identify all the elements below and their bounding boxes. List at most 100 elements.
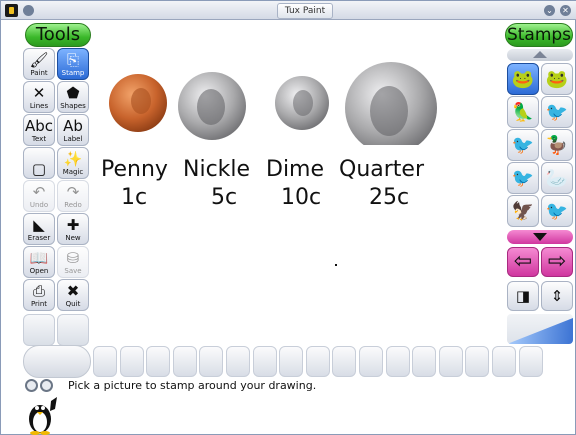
tool-shapes-button[interactable]: ⬟ Shapes bbox=[57, 81, 89, 113]
color-swatch[interactable] bbox=[119, 346, 144, 377]
color-swatch[interactable] bbox=[332, 346, 357, 377]
coin-value: 10c bbox=[281, 185, 322, 210]
color-swatch[interactable] bbox=[438, 346, 463, 377]
coin-value: 25c bbox=[369, 185, 410, 210]
coin-name: Quarter bbox=[339, 157, 424, 182]
stamps-header: Stamps bbox=[505, 23, 573, 47]
dime-coin-image bbox=[275, 76, 329, 130]
stamp-item-button[interactable]: 🐸 bbox=[507, 63, 539, 95]
tux-paint-app-icon bbox=[5, 4, 18, 17]
color-swatch[interactable] bbox=[172, 346, 197, 377]
tool-label: Undo bbox=[29, 201, 49, 209]
empty-tool-slot bbox=[57, 314, 89, 346]
color-swatch[interactable] bbox=[199, 346, 224, 377]
print-icon: ⎙ bbox=[32, 282, 45, 300]
tool-label: Paint bbox=[30, 69, 48, 77]
color-swatch[interactable] bbox=[492, 346, 516, 377]
save-icon: ⛁ bbox=[66, 249, 80, 267]
color-swatch[interactable] bbox=[279, 346, 304, 377]
tool-label: Save bbox=[64, 267, 82, 275]
tool-stamp-button[interactable]: ⎘ Stamp bbox=[57, 48, 89, 80]
blackbird-icon: 🐦 bbox=[511, 167, 535, 189]
window-title: Tux Paint bbox=[277, 3, 333, 19]
stamp-item-button[interactable]: 🦜 bbox=[507, 96, 539, 128]
color-swatch[interactable] bbox=[359, 346, 383, 377]
sound-icon[interactable] bbox=[40, 379, 53, 392]
frog-green-icon: 🐸 bbox=[545, 68, 569, 90]
coins-drawing bbox=[109, 62, 437, 145]
tool-label: Shapes bbox=[60, 102, 86, 110]
title-bar: Tux Paint ⌄ ✕ bbox=[1, 1, 576, 20]
coin-value: 1c bbox=[121, 185, 148, 210]
drawing-canvas[interactable]: Penny Nickle Dime Quarter 1c 5c 10c 25c bbox=[91, 45, 505, 343]
color-swatch[interactable] bbox=[226, 346, 250, 377]
color-swatch[interactable] bbox=[465, 346, 490, 377]
tool-print-button[interactable]: ⎙ Print bbox=[23, 279, 55, 311]
stamp-icon: ⎘ bbox=[66, 51, 79, 69]
flip-stamp-button[interactable]: ⇕ bbox=[541, 281, 573, 311]
frog-brown-icon: 🐸 bbox=[511, 68, 535, 90]
stamp-item-button[interactable]: 🐦 bbox=[541, 96, 573, 128]
stamp-item-button[interactable]: 🐦 bbox=[507, 129, 539, 161]
quarter-coin-image bbox=[345, 62, 437, 145]
hawk-icon: 🦅 bbox=[511, 200, 535, 222]
color-swatch[interactable] bbox=[385, 346, 410, 377]
tool-new-button[interactable]: ✚ New bbox=[57, 213, 89, 245]
color-swatch[interactable] bbox=[518, 346, 543, 377]
penny-coin-image bbox=[109, 74, 167, 132]
coin-value: 5c bbox=[211, 185, 238, 210]
label-icon: Ab bbox=[63, 117, 83, 135]
color-swatch[interactable] bbox=[412, 346, 437, 377]
tux-penguin-icon bbox=[29, 397, 57, 435]
prev-stamp-button[interactable]: ⇦ bbox=[507, 247, 539, 277]
close-icon[interactable]: ✕ bbox=[560, 5, 571, 16]
stamp-item-button[interactable]: 🐦 bbox=[541, 195, 573, 227]
color-palette bbox=[23, 345, 575, 378]
sound-icon[interactable] bbox=[25, 379, 38, 392]
next-stamp-button[interactable]: ⇨ bbox=[541, 247, 573, 277]
mirror-stamp-button[interactable]: ◨ bbox=[507, 281, 539, 311]
stamp-item-button[interactable]: 🐦 bbox=[507, 162, 539, 194]
tool-label-button[interactable]: Ab Label bbox=[57, 114, 89, 146]
tool-label: Stamp bbox=[61, 69, 85, 77]
tool-redo-button[interactable]: ↷ Redo bbox=[57, 180, 89, 212]
heron-icon: 🐦 bbox=[545, 200, 569, 222]
tool-save-button[interactable]: ⛁ Save bbox=[57, 246, 89, 278]
stamps-scroll-down-button[interactable] bbox=[507, 230, 573, 244]
duck-icon: 🦆 bbox=[545, 134, 569, 156]
stamps-scroll-up-button[interactable] bbox=[507, 49, 573, 61]
tool-text-button[interactable]: Abc Text bbox=[23, 114, 55, 146]
color-swatch[interactable] bbox=[252, 346, 277, 377]
tool-label: Label bbox=[63, 135, 83, 143]
tool-label: Lines bbox=[29, 102, 49, 110]
redo-icon: ↷ bbox=[66, 183, 80, 201]
tool-quit-button[interactable]: ✖ Quit bbox=[57, 279, 89, 311]
tool-eraser-button[interactable]: ◣ Eraser bbox=[23, 213, 55, 245]
minimize-icon[interactable]: ⌄ bbox=[544, 5, 555, 16]
tool-label: Open bbox=[29, 267, 49, 275]
tool-label: Redo bbox=[64, 201, 82, 209]
color-swatch[interactable] bbox=[305, 346, 330, 377]
stamp-item-button[interactable]: 🦆 bbox=[541, 129, 573, 161]
paintbrush-icon: 🖌 bbox=[29, 51, 49, 69]
tool-magic-button[interactable]: ✨ Magic bbox=[57, 147, 89, 179]
tool-undo-button[interactable]: ↶ Undo bbox=[23, 180, 55, 212]
window-menu-icon[interactable] bbox=[23, 5, 34, 16]
tool-paint-button[interactable]: 🖌 Paint bbox=[23, 48, 55, 80]
current-color-swatch[interactable] bbox=[23, 345, 91, 378]
status-bar: Pick a picture to stamp around your draw… bbox=[23, 379, 575, 393]
stamp-size-selector[interactable] bbox=[507, 314, 573, 344]
tool-open-button[interactable]: 📖 Open bbox=[23, 246, 55, 278]
color-swatch[interactable] bbox=[93, 346, 117, 377]
stamp-item-button[interactable]: 🦅 bbox=[507, 195, 539, 227]
coin-name: Nickle bbox=[183, 157, 251, 182]
fill-square-icon: ▢ bbox=[31, 160, 47, 178]
stamp-item-button[interactable]: 🐸 bbox=[541, 63, 573, 95]
pentagon-icon: ⬟ bbox=[66, 84, 80, 102]
magic-wand-icon: ✨ bbox=[63, 150, 83, 168]
tool-lines-button[interactable]: ✕ Lines bbox=[23, 81, 55, 113]
stamp-item-button[interactable]: 🦢 bbox=[541, 162, 573, 194]
quit-x-icon: ✖ bbox=[66, 282, 80, 300]
color-swatch[interactable] bbox=[146, 346, 171, 377]
tool-fill-button[interactable]: ▢ bbox=[23, 147, 55, 179]
